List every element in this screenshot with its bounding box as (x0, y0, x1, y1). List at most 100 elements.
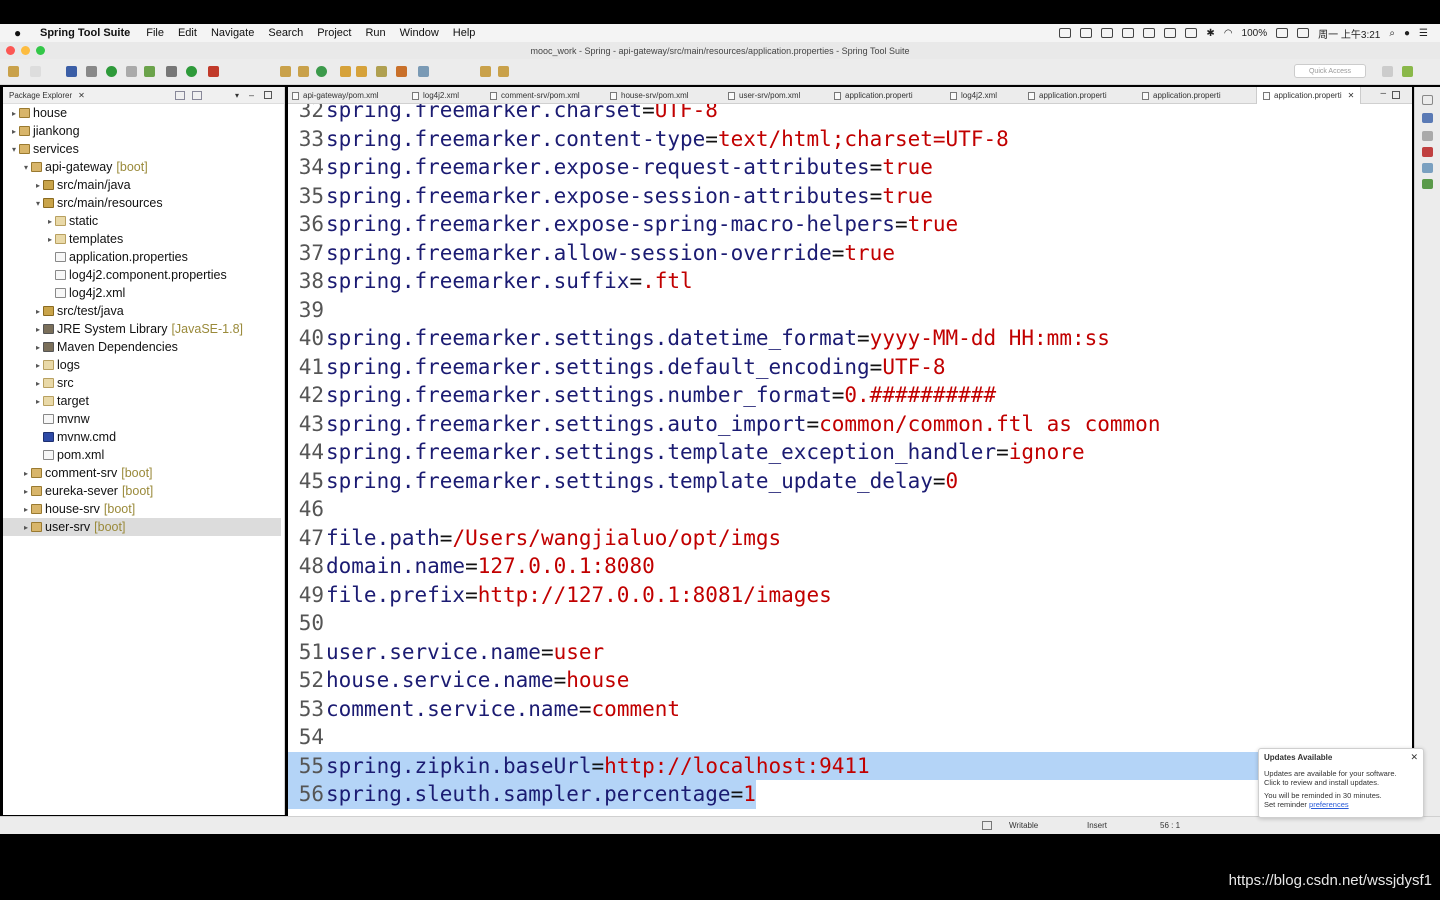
code-line[interactable]: 55 spring.zipkin.baseUrl=http://localhost… (288, 751, 1412, 780)
editor-tab[interactable]: house-srv/pom.xml (610, 87, 689, 104)
run-icon[interactable] (186, 66, 197, 77)
tree-item[interactable]: ▾ api-gateway [boot] (3, 158, 281, 176)
back-icon[interactable] (480, 66, 491, 77)
expand-arrow-icon[interactable]: ▸ (45, 235, 55, 244)
close-icon[interactable]: ✕ (78, 91, 85, 100)
code-line[interactable]: 43 spring.freemarker.settings.auto_import… (288, 410, 1412, 439)
minimize-icon[interactable]: – (249, 90, 254, 100)
tree-item[interactable]: ▸ src/main/java (3, 176, 281, 194)
menu-file[interactable]: File (146, 27, 164, 39)
code-line[interactable]: 38 spring.freemarker.suffix=.ftl (288, 267, 1412, 296)
package-explorer-tab[interactable]: Package Explorer ✕ ▾ – (3, 87, 284, 104)
code-line[interactable]: 47 file.path=/Users/wangjialuo/opt/imgs (288, 524, 1412, 553)
siri-icon[interactable]: ● (1404, 28, 1410, 39)
battery-icon[interactable] (1276, 28, 1289, 38)
tree-item[interactable]: ▸ target (3, 392, 281, 410)
status-icon[interactable] (1059, 28, 1072, 38)
editor-tab[interactable]: application.properti (1142, 87, 1221, 104)
search-tool-icon[interactable] (396, 66, 407, 77)
open-perspective-icon[interactable] (1382, 66, 1393, 77)
tree-item[interactable]: mvnw.cmd (3, 428, 281, 446)
code-line[interactable]: 53 comment.service.name=comment (288, 695, 1412, 724)
toggle-icon[interactable] (86, 66, 97, 77)
expand-arrow-icon[interactable]: ▸ (21, 505, 31, 514)
expand-arrow-icon[interactable]: ▾ (9, 145, 19, 154)
new-icon[interactable] (8, 66, 19, 77)
code-line[interactable]: 45 spring.freemarker.settings.template_up… (288, 467, 1412, 496)
expand-arrow-icon[interactable]: ▾ (33, 199, 43, 208)
tree-item[interactable]: log4j2.xml (3, 284, 281, 302)
code-line[interactable]: 41 spring.freemarker.settings.default_enc… (288, 353, 1412, 382)
code-line[interactable]: 35 spring.freemarker.expose-session-attri… (288, 182, 1412, 211)
tree-item[interactable]: ▸ JRE System Library [JavaSE-1.8] (3, 320, 281, 338)
menu-search[interactable]: Search (268, 27, 303, 39)
tree-item[interactable]: ▸ jiankong (3, 122, 281, 140)
editor-tab[interactable]: comment-srv/pom.xml (490, 87, 580, 104)
editor-tab[interactable]: log4j2.xml (412, 87, 459, 104)
open-type-icon[interactable] (298, 66, 309, 77)
input-method-icon[interactable] (1297, 28, 1310, 38)
menu-edit[interactable]: Edit (178, 27, 197, 39)
print-icon[interactable] (66, 66, 77, 77)
external-tools-icon[interactable] (208, 66, 219, 77)
editor-tab[interactable]: user-srv/pom.xml (728, 87, 800, 104)
app-menu[interactable]: Spring Tool Suite (40, 27, 130, 39)
expand-arrow-icon[interactable]: ▸ (9, 127, 19, 136)
spring-icon[interactable] (144, 66, 155, 77)
code-line[interactable]: 37 spring.freemarker.allow-session-overri… (288, 239, 1412, 268)
bluetooth-icon[interactable]: ✱ (1206, 28, 1214, 39)
code-line[interactable]: 49 file.prefix=http://127.0.0.1:8081/imag… (288, 581, 1412, 610)
code-line[interactable]: 34 spring.freemarker.expose-request-attri… (288, 153, 1412, 182)
window-close-button[interactable] (6, 46, 15, 55)
open-resource-icon[interactable] (356, 66, 367, 77)
updates-notification[interactable]: Updates Available ✕ Updates are availabl… (1258, 748, 1424, 818)
status-icon[interactable] (1101, 28, 1114, 38)
menu-window[interactable]: Window (400, 27, 439, 39)
status-icon[interactable] (1185, 28, 1198, 38)
expand-arrow-icon[interactable]: ▸ (33, 379, 43, 388)
editor-tab[interactable]: application.properti (834, 87, 913, 104)
editor-tab[interactable]: application.properti ✕ (1256, 87, 1362, 104)
editor-tab[interactable]: log4j2.xml (950, 87, 997, 104)
tree-item[interactable]: ▸ eureka-sever [boot] (3, 482, 281, 500)
expand-arrow-icon[interactable]: ▸ (21, 487, 31, 496)
window-zoom-button[interactable] (36, 46, 45, 55)
notification-center-icon[interactable]: ☰ (1419, 28, 1428, 39)
expand-arrow-icon[interactable]: ▸ (33, 343, 43, 352)
tree-item[interactable]: pom.xml (3, 446, 281, 464)
tree-item[interactable]: mvnw (3, 410, 281, 428)
expand-arrow-icon[interactable]: ▸ (33, 181, 43, 190)
tree-item[interactable]: ▸ logs (3, 356, 281, 374)
restore-icon[interactable] (1422, 95, 1433, 105)
close-icon[interactable]: ✕ (1410, 752, 1418, 763)
menu-help[interactable]: Help (453, 27, 476, 39)
code-line[interactable]: 42 spring.freemarker.settings.number_form… (288, 381, 1412, 410)
tree-item[interactable]: application.properties (3, 248, 281, 266)
expand-arrow-icon[interactable]: ▾ (21, 163, 31, 172)
status-icon[interactable] (1080, 28, 1093, 38)
code-line[interactable]: 48 domain.name=127.0.0.1:8080 (288, 552, 1412, 581)
outline-icon[interactable] (1422, 113, 1433, 123)
expand-arrow-icon[interactable]: ▸ (21, 469, 31, 478)
apple-icon[interactable]: ● (14, 26, 28, 40)
tree-item[interactable]: ▸ static (3, 212, 281, 230)
clock[interactable]: 周一 上午3:21 (1318, 26, 1380, 41)
view-menu-icon[interactable]: ▾ (235, 91, 239, 100)
task-list-icon[interactable] (1422, 131, 1433, 141)
tree-item[interactable]: ▾ src/main/resources (3, 194, 281, 212)
code-line[interactable]: 54 (288, 723, 1412, 752)
code-line[interactable]: 51 user.service.name=user (288, 638, 1412, 667)
code-line[interactable]: 40 spring.freemarker.settings.datetime_fo… (288, 324, 1412, 353)
expand-arrow-icon[interactable]: ▸ (45, 217, 55, 226)
tree-item[interactable]: ▸ src (3, 374, 281, 392)
save-icon[interactable] (30, 66, 41, 77)
console-icon[interactable] (1422, 163, 1433, 173)
menu-navigate[interactable]: Navigate (211, 27, 254, 39)
menu-project[interactable]: Project (317, 27, 351, 39)
task-icon[interactable] (376, 66, 387, 77)
expand-arrow-icon[interactable]: ▸ (33, 397, 43, 406)
window-minimize-button[interactable] (21, 46, 30, 55)
forward-icon[interactable] (498, 66, 509, 77)
tree-item[interactable]: log4j2.component.properties (3, 266, 281, 284)
expand-arrow-icon[interactable]: ▸ (9, 109, 19, 118)
